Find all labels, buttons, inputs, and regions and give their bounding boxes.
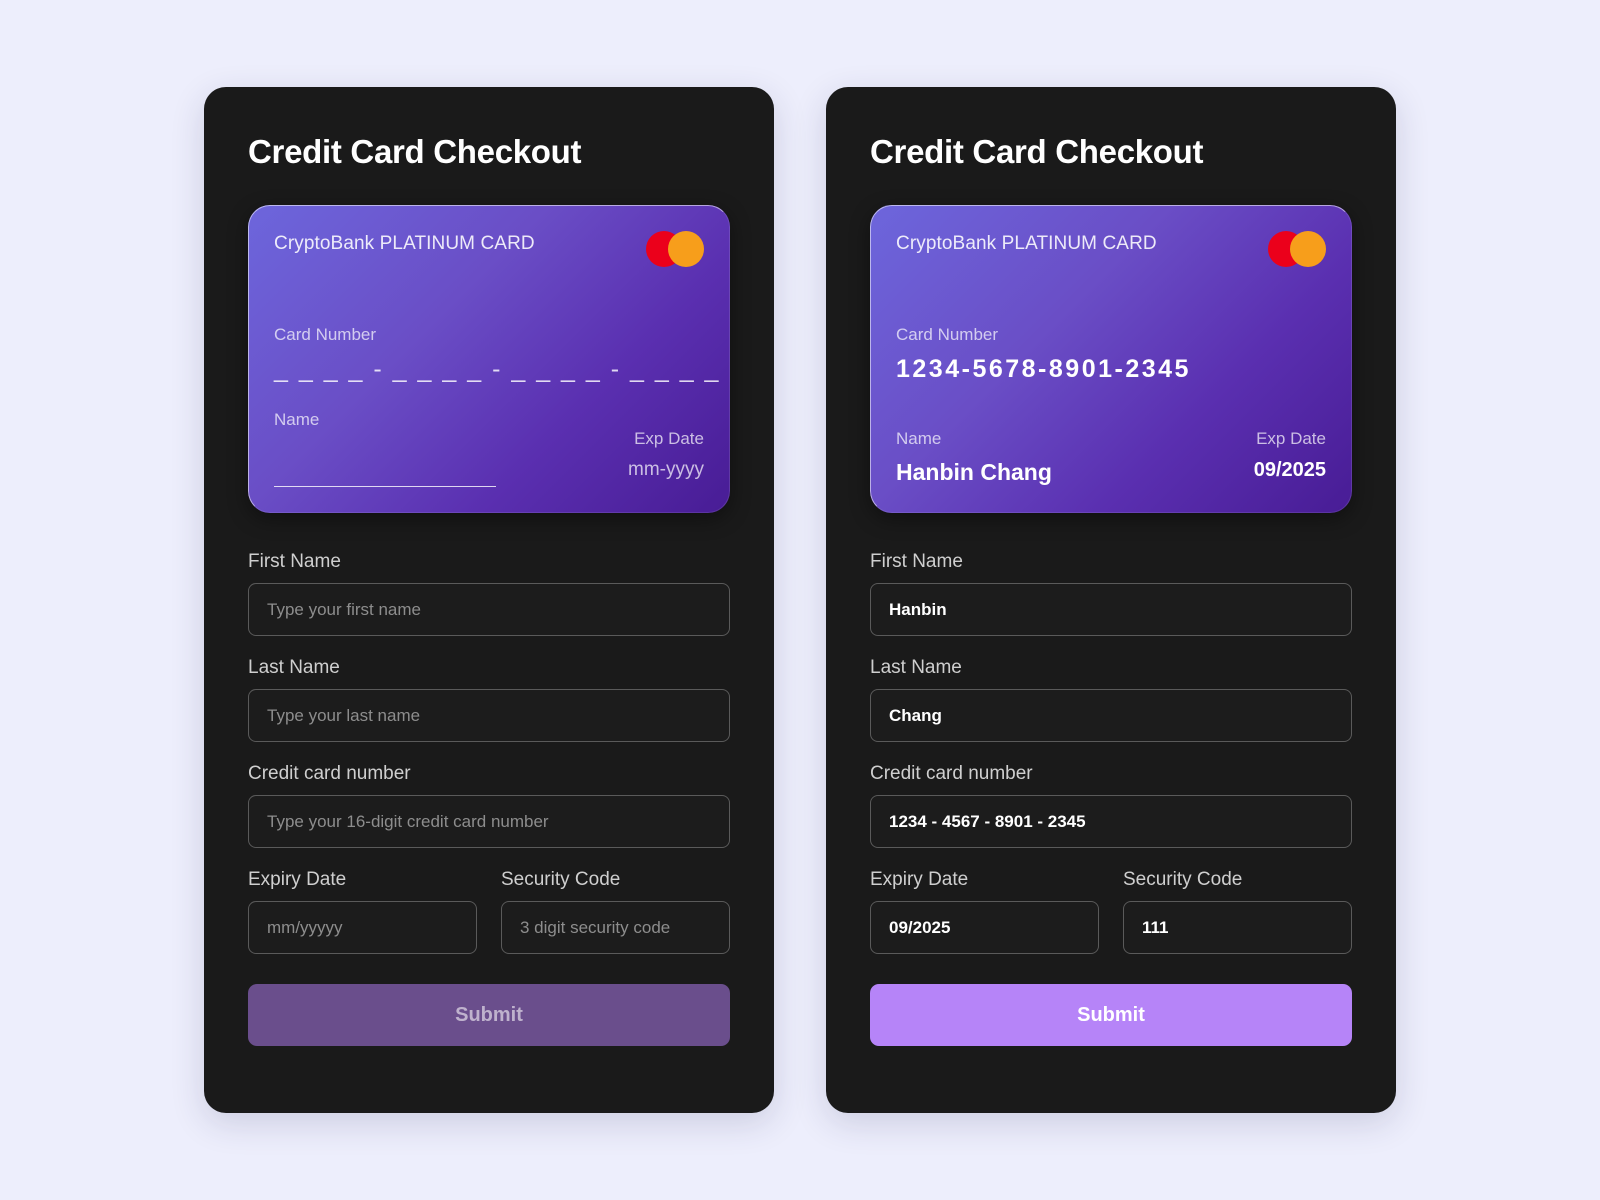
card-number-block: Card Number _ _ _ _ - _ _ _ _ - _ _ _ _ … bbox=[274, 325, 721, 385]
credit-card-number-field: Credit card number bbox=[248, 763, 730, 848]
mastercard-orange-circle bbox=[1290, 231, 1326, 267]
last-name-input[interactable] bbox=[870, 689, 1352, 742]
credit-card-number-input[interactable] bbox=[248, 795, 730, 848]
checkout-panel-filled: Credit Card Checkout CryptoBank PLATINUM… bbox=[826, 87, 1396, 1113]
card-exp-value: mm-yyyy bbox=[628, 459, 704, 480]
card-exp-block: Exp Date mm-yyyy bbox=[628, 429, 704, 487]
checkout-form: First Name Last Name Credit card number … bbox=[870, 551, 1352, 1046]
card-number-block: Card Number 1234-5678-8901-2345 bbox=[896, 325, 1326, 385]
first-name-field: First Name bbox=[870, 551, 1352, 636]
expiry-date-field: Expiry Date bbox=[870, 869, 1099, 954]
card-header: CryptoBank PLATINUM CARD bbox=[274, 231, 704, 267]
checkout-panel-empty: Credit Card Checkout CryptoBank PLATINUM… bbox=[204, 87, 774, 1113]
expiry-date-input[interactable] bbox=[248, 901, 477, 954]
last-name-input[interactable] bbox=[248, 689, 730, 742]
security-code-input[interactable] bbox=[501, 901, 730, 954]
card-exp-block: Exp Date 09/2025 bbox=[1254, 429, 1326, 487]
checkout-form: First Name Last Name Credit card number … bbox=[248, 551, 730, 1046]
card-exp-label: Exp Date bbox=[1256, 429, 1326, 448]
card-name-underline bbox=[274, 485, 496, 487]
expiry-date-label: Expiry Date bbox=[870, 869, 969, 890]
card-brand-label: CryptoBank PLATINUM CARD bbox=[896, 233, 1157, 254]
mastercard-icon bbox=[646, 231, 704, 267]
security-code-field: Security Code bbox=[501, 869, 730, 954]
page-title: Credit Card Checkout bbox=[870, 133, 1204, 170]
mastercard-icon bbox=[1268, 231, 1326, 267]
first-name-label: First Name bbox=[870, 551, 963, 572]
first-name-field: First Name bbox=[248, 551, 730, 636]
credit-card-preview: CryptoBank PLATINUM CARD Card Number 123… bbox=[870, 205, 1352, 513]
expiry-date-input[interactable] bbox=[870, 901, 1099, 954]
card-name-label: Name bbox=[274, 409, 320, 429]
card-name-block: Name Hanbin Chang bbox=[896, 429, 1052, 487]
last-name-label: Last Name bbox=[248, 657, 340, 678]
expiry-date-field: Expiry Date bbox=[248, 869, 477, 954]
card-number-label: Card Number bbox=[274, 325, 377, 344]
security-code-label: Security Code bbox=[1123, 869, 1243, 890]
card-number-value: 1234-5678-8901-2345 bbox=[896, 355, 1191, 383]
first-name-input[interactable] bbox=[248, 583, 730, 636]
first-name-input[interactable] bbox=[870, 583, 1352, 636]
credit-card-preview: CryptoBank PLATINUM CARD Card Number _ _… bbox=[248, 205, 730, 513]
first-name-label: First Name bbox=[248, 551, 341, 572]
card-exp-label: Exp Date bbox=[634, 429, 704, 448]
security-code-input[interactable] bbox=[1123, 901, 1352, 954]
credit-card-number-input[interactable] bbox=[870, 795, 1352, 848]
card-header: CryptoBank PLATINUM CARD bbox=[896, 231, 1326, 267]
security-code-field: Security Code bbox=[1123, 869, 1352, 954]
card-number-value: _ _ _ _ - _ _ _ _ - _ _ _ _ - _ _ _ _ bbox=[274, 355, 721, 383]
card-brand-label: CryptoBank PLATINUM CARD bbox=[274, 233, 535, 254]
submit-button[interactable]: Submit bbox=[248, 984, 730, 1046]
card-exp-value: 09/2025 bbox=[1253, 459, 1326, 481]
credit-card-number-label: Credit card number bbox=[870, 763, 1033, 784]
expiry-security-row: Expiry Date Security Code bbox=[248, 869, 730, 954]
screen: Credit Card Checkout CryptoBank PLATINUM… bbox=[0, 0, 1600, 1200]
security-code-label: Security Code bbox=[501, 869, 621, 890]
card-number-label: Card Number bbox=[896, 325, 999, 344]
card-name-block: Name bbox=[274, 409, 496, 487]
last-name-field: Last Name bbox=[248, 657, 730, 742]
submit-button[interactable]: Submit bbox=[870, 984, 1352, 1046]
page-title: Credit Card Checkout bbox=[248, 133, 582, 170]
credit-card-number-field: Credit card number bbox=[870, 763, 1352, 848]
mastercard-orange-circle bbox=[668, 231, 704, 267]
last-name-field: Last Name bbox=[870, 657, 1352, 742]
card-name-value: Hanbin Chang bbox=[896, 459, 1052, 485]
card-name-value bbox=[274, 440, 496, 468]
credit-card-number-label: Credit card number bbox=[248, 763, 411, 784]
card-name-label: Name bbox=[896, 429, 942, 448]
card-footer: Name Exp Date mm-yyyy bbox=[274, 409, 704, 487]
card-footer: Name Hanbin Chang Exp Date 09/2025 bbox=[896, 429, 1326, 487]
expiry-date-label: Expiry Date bbox=[248, 869, 347, 890]
last-name-label: Last Name bbox=[870, 657, 962, 678]
expiry-security-row: Expiry Date Security Code bbox=[870, 869, 1352, 954]
